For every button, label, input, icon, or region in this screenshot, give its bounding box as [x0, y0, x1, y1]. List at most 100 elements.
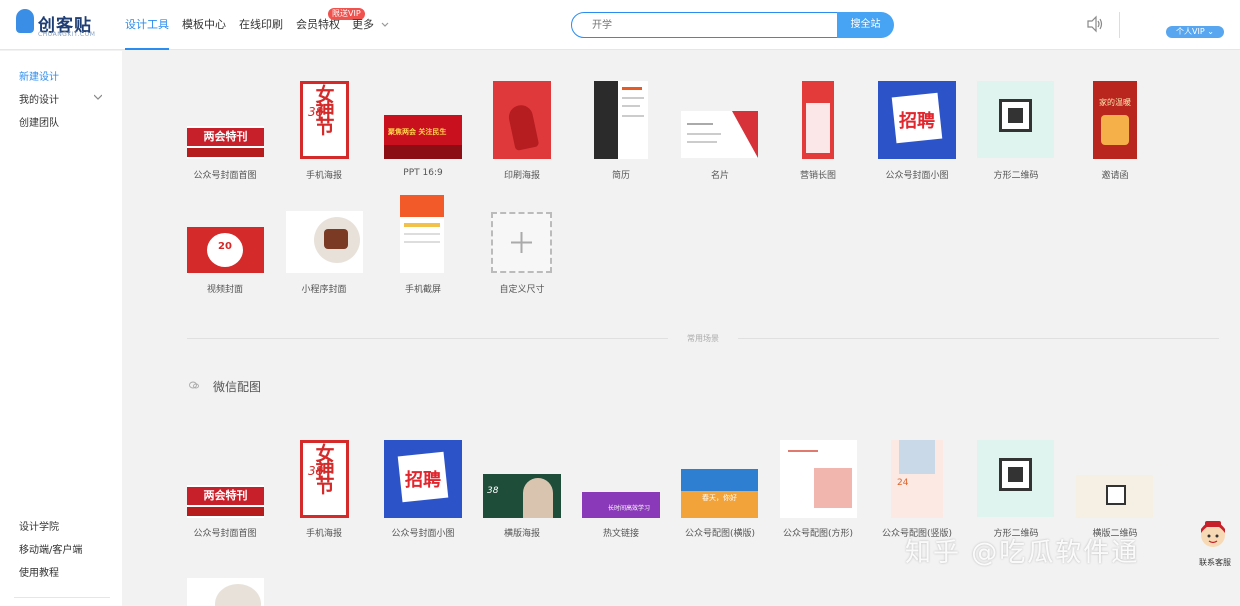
nav-more[interactable]: 更多: [352, 0, 389, 50]
speaker-icon[interactable]: [1086, 15, 1104, 33]
thumb-square-qr: [977, 440, 1054, 517]
thumb-food-plate: [215, 584, 261, 606]
thumb-long-body: [806, 103, 830, 153]
nav-template-center[interactable]: 模板中心: [182, 0, 226, 50]
thumb-vertical-number: 24: [897, 478, 909, 488]
thumb-video-cover: 20: [187, 227, 264, 273]
qr-code-icon: [1106, 485, 1126, 505]
thumb-business-card: [681, 111, 758, 158]
thumb-vertical-art: [899, 440, 935, 474]
thumb-banner-stripe: [187, 507, 264, 516]
thumb-horizontal-poster: 38: [483, 474, 561, 518]
thumb-custom-size: [491, 212, 552, 273]
thumb-mobile-poster: 女神节 38: [300, 81, 349, 159]
qr-code-center: [1008, 108, 1023, 123]
thumb-spring-text: 春天，你好: [702, 494, 737, 502]
thumb-banner-text: 两会特刊: [187, 128, 264, 146]
thumb-screenshot-bar: [404, 223, 440, 227]
thumb-vertical-image: 24: [891, 440, 943, 518]
thumb-screenshot-line: [404, 241, 440, 243]
sidebar-divider: [14, 597, 110, 598]
thumb-banner-text: 两会特刊: [187, 487, 264, 505]
thumb-screenshot-header: [400, 195, 444, 217]
thumb-resume: [594, 81, 648, 159]
thumb-recruit-text: 招聘: [899, 111, 935, 132]
thumb-recruit-text: 招聘: [405, 470, 441, 491]
thumb-card-line: [687, 133, 721, 135]
thumb-horizontal-image: 春天，你好: [681, 469, 758, 518]
thumb-mobile-poster: 女神节 38: [300, 440, 349, 518]
thumb-invite-text: 家的温暖: [1099, 98, 1131, 107]
sidebar-item-tutorial[interactable]: 使用教程: [19, 564, 59, 579]
thumb-video-number: 20: [218, 241, 232, 252]
thumb-resume-line: [622, 105, 640, 107]
watermark: 知乎 @吃瓜软件通: [905, 538, 1140, 568]
thumb-invite-art: [1101, 115, 1129, 145]
section-title: 微信配图: [213, 380, 262, 394]
thumb-wechat-small: 招聘: [878, 81, 956, 159]
thumb-resume-line: [622, 87, 642, 90]
thumb-miniprogram: [286, 211, 363, 273]
thumb-ppt: 聚焦两会 关注民生: [384, 115, 462, 159]
search-button[interactable]: 搜全站: [837, 12, 894, 38]
tool-label: 自定义尺寸: [499, 285, 545, 295]
section-divider-label: 常用场景: [668, 333, 738, 344]
search-input[interactable]: [592, 13, 832, 37]
personal-vip-label: 个人VIP: [1176, 27, 1205, 36]
thumb-wechat-small: 招聘: [384, 440, 462, 518]
qr-code-center: [1008, 467, 1023, 482]
nav-online-print[interactable]: 在线印刷: [239, 0, 283, 50]
personal-vip-button[interactable]: 个人VIP ⌄: [1166, 26, 1224, 38]
chevron-down-icon[interactable]: [94, 93, 102, 101]
thumb-square-image: [780, 440, 857, 518]
thumb-banner-stripe: [187, 148, 264, 157]
sidebar-item-design-academy[interactable]: 设计学院: [19, 518, 59, 533]
thumb-goddess-number: 38: [308, 105, 324, 119]
sidebar-item-mobile-client[interactable]: 移动端/客户端: [19, 541, 82, 556]
thumb-goddess-number: 38: [308, 464, 324, 478]
customer-service-label[interactable]: 联系客服: [1199, 557, 1231, 568]
thumb-card-line: [687, 141, 717, 143]
thumb-ppt-text: 聚焦两会 关注民生: [388, 128, 447, 136]
thumb-hot-link: 长时间高效学习: [582, 492, 660, 518]
top-bar: 创客贴 CHUANGKIT.COM 设计工具 模板中心 在线印刷 会员特权 限送…: [0, 0, 1240, 50]
thumb-card-line: [687, 123, 713, 125]
thumb-resume-line: [622, 115, 644, 117]
tool-label: 邀请函: [1101, 171, 1129, 181]
logo-subtext: CHUANGKIT.COM: [38, 31, 96, 38]
thumb-resume-line: [622, 97, 644, 99]
logo-icon: [16, 9, 34, 33]
header-divider: [1119, 12, 1120, 38]
wechat-icon: [189, 381, 199, 389]
chevron-down-icon: ⌄: [1207, 27, 1214, 36]
chevron-down-icon: [381, 22, 388, 27]
thumb-wechat-cover: 两会特刊: [187, 126, 264, 159]
thumb-card-accent: [732, 111, 758, 158]
customer-service-icon[interactable]: [1196, 519, 1230, 555]
thumb-square-line: [788, 450, 818, 452]
sidebar-item-new-design[interactable]: 新建设计: [19, 68, 59, 83]
thumb-food-item: [324, 229, 348, 249]
plus-icon: [511, 232, 532, 253]
thumb-horizontal-qr: [1076, 475, 1153, 518]
logo[interactable]: 创客贴 CHUANGKIT.COM: [14, 9, 96, 39]
thumb-marketing-long: [802, 81, 834, 159]
thumb-figure-shape: [506, 102, 540, 152]
thumb-portrait: [523, 478, 553, 518]
thumb-ppt-base: [384, 145, 462, 159]
nav-design-tools[interactable]: 设计工具: [125, 0, 169, 50]
thumb-wechat-cover: 两会特刊: [187, 485, 264, 518]
thumb-square-art: [814, 468, 852, 508]
thumb-square-qr: [977, 81, 1054, 158]
sidebar-item-my-design[interactable]: 我的设计: [19, 91, 59, 106]
thumb-resume-column: [594, 81, 618, 159]
nav-more-label: 更多: [352, 18, 374, 31]
thumb-phone-screenshot: [400, 195, 444, 273]
thumb-invitation: 家的温暖: [1093, 81, 1137, 159]
thumb-horizontal-text: 38: [487, 486, 499, 496]
sidebar-item-create-team[interactable]: 创建团队: [19, 114, 59, 129]
search-box: [571, 12, 839, 38]
thumb-print-poster: [493, 81, 551, 159]
thumb-hotlink-text: 长时间高效学习: [608, 505, 651, 512]
thumb-screenshot-line: [404, 233, 440, 235]
